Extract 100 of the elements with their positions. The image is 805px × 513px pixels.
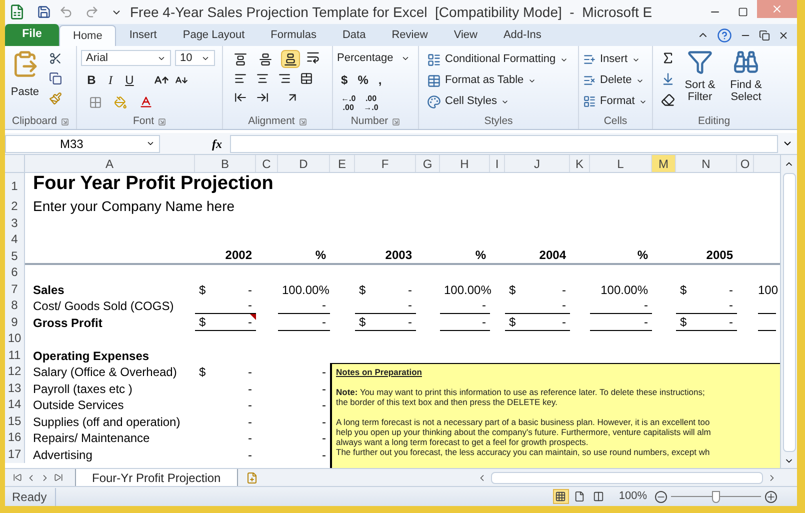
number-format-button[interactable]: $ bbox=[341, 71, 348, 89]
close-icon[interactable] bbox=[778, 30, 789, 40]
row-header[interactable]: 7 bbox=[5, 281, 25, 298]
zoom-slider-thumb[interactable] bbox=[712, 490, 720, 502]
autosum-icon[interactable] bbox=[661, 51, 675, 65]
view-button[interactable] bbox=[552, 489, 569, 504]
paste-button[interactable]: Paste bbox=[9, 50, 41, 105]
row-header[interactable]: 6 bbox=[5, 264, 25, 281]
wrap-text-icon[interactable] bbox=[306, 50, 320, 64]
decimal-button[interactable]: ←.0 .00 bbox=[341, 94, 356, 112]
increase-indent-icon[interactable] bbox=[256, 91, 269, 104]
font-style-button[interactable]: U bbox=[123, 71, 136, 89]
font-name-field[interactable]: Arial bbox=[81, 50, 171, 66]
styles-command[interactable]: Format as Table bbox=[427, 70, 570, 91]
decimal-button[interactable]: .00 →.0 bbox=[364, 94, 378, 112]
row-header[interactable]: 1 bbox=[5, 173, 25, 195]
column-header[interactable]: E bbox=[330, 155, 355, 172]
insert-sheet-icon[interactable] bbox=[246, 472, 258, 484]
align-right-icon[interactable] bbox=[278, 72, 291, 85]
merge-cells-icon[interactable] bbox=[300, 72, 313, 85]
formula-input-field[interactable] bbox=[230, 134, 778, 152]
styles-command[interactable]: Cell Styles bbox=[427, 91, 570, 112]
file-tab[interactable]: File bbox=[5, 24, 59, 46]
ribbon-tab[interactable]: Home bbox=[59, 25, 116, 46]
column-header[interactable]: A bbox=[25, 155, 195, 172]
vertical-scrollbar[interactable] bbox=[780, 155, 797, 468]
redo-icon[interactable] bbox=[85, 5, 99, 19]
zoom-in-icon[interactable] bbox=[765, 490, 777, 502]
ribbon-tab[interactable]: Formulas bbox=[258, 25, 330, 46]
row-header[interactable]: 5 bbox=[5, 248, 25, 264]
column-header[interactable]: B bbox=[195, 155, 256, 172]
first-sheet-icon[interactable] bbox=[13, 473, 22, 482]
row-header[interactable]: 11 bbox=[5, 347, 25, 364]
app-icon[interactable] bbox=[9, 4, 25, 20]
ribbon-tab[interactable]: View bbox=[440, 25, 490, 46]
zoom-slider-track[interactable] bbox=[671, 490, 761, 504]
editing-command[interactable]: Find & Select bbox=[725, 49, 767, 107]
column-header[interactable]: N bbox=[676, 155, 737, 172]
row-header[interactable]: 14 bbox=[5, 396, 25, 413]
cells-command[interactable]: Format bbox=[583, 91, 648, 112]
cells-command[interactable]: Insert bbox=[583, 49, 648, 70]
row-header[interactable]: 15 bbox=[5, 413, 25, 430]
last-sheet-icon[interactable] bbox=[54, 473, 63, 482]
copy-icon[interactable] bbox=[49, 72, 62, 85]
borders-icon[interactable] bbox=[89, 96, 102, 108]
number-format-button[interactable]: , bbox=[378, 71, 382, 89]
row-header[interactable]: 9 bbox=[5, 314, 25, 330]
align-left-icon[interactable] bbox=[234, 72, 247, 85]
font-color-icon[interactable] bbox=[139, 95, 153, 109]
row-header[interactable]: 12 bbox=[5, 364, 25, 380]
dialog-launcher-icon[interactable] bbox=[60, 118, 69, 126]
column-header[interactable]: I bbox=[490, 155, 505, 172]
row-header[interactable]: 10 bbox=[5, 330, 25, 347]
row-header[interactable]: 13 bbox=[5, 380, 25, 396]
dialog-launcher-icon[interactable] bbox=[158, 118, 166, 126]
vertical-align-button[interactable] bbox=[281, 50, 300, 68]
row-header[interactable]: 8 bbox=[5, 298, 25, 314]
column-header[interactable]: K bbox=[570, 155, 590, 172]
row-header[interactable]: 3 bbox=[5, 215, 25, 232]
format-painter-icon[interactable] bbox=[49, 92, 62, 105]
dialog-launcher-icon[interactable] bbox=[298, 118, 307, 126]
save-icon[interactable] bbox=[37, 5, 51, 19]
fill-color-icon[interactable] bbox=[114, 96, 127, 108]
styles-command[interactable]: Conditional Formatting bbox=[427, 49, 570, 70]
column-header[interactable]: F bbox=[355, 155, 416, 172]
dialog-launcher-icon[interactable] bbox=[392, 118, 400, 126]
align-center-icon[interactable] bbox=[256, 72, 269, 85]
ribbon-tab[interactable]: Page Layout bbox=[170, 25, 258, 46]
orientation-icon[interactable] bbox=[286, 91, 299, 104]
editing-command[interactable]: Sort & Filter bbox=[679, 49, 721, 107]
undo-icon[interactable] bbox=[59, 5, 73, 19]
zoom-level[interactable]: 100% bbox=[618, 488, 647, 505]
ribbon-tab[interactable]: Insert bbox=[116, 25, 170, 46]
insert-function-button[interactable]: fx bbox=[212, 134, 222, 152]
column-header[interactable]: J bbox=[505, 155, 570, 172]
row-header[interactable]: 2 bbox=[5, 195, 25, 215]
number-format-button[interactable]: % bbox=[358, 71, 368, 89]
column-header[interactable]: O bbox=[737, 155, 754, 172]
zoom-out-icon[interactable] bbox=[655, 490, 667, 502]
column-header[interactable]: M bbox=[652, 155, 676, 172]
column-header[interactable]: C bbox=[256, 155, 278, 172]
font-style-button[interactable]: I bbox=[104, 71, 117, 89]
number-format-field[interactable]: Percentage bbox=[337, 50, 414, 66]
ribbon-tab[interactable]: Add-Ins bbox=[490, 25, 554, 46]
restore-icon[interactable] bbox=[759, 30, 770, 40]
name-box[interactable]: M33 bbox=[5, 134, 160, 152]
row-header[interactable]: 4 bbox=[5, 232, 25, 248]
row-header[interactable]: 17 bbox=[5, 446, 25, 462]
help-icon[interactable] bbox=[717, 28, 732, 42]
notes-text-box[interactable] bbox=[330, 363, 780, 468]
ribbon-tab[interactable]: Data bbox=[329, 25, 379, 46]
cells-command[interactable]: Delete bbox=[583, 70, 648, 91]
cut-icon[interactable] bbox=[49, 52, 62, 65]
eraser-icon[interactable] bbox=[661, 93, 675, 107]
row-header[interactable]: 16 bbox=[5, 430, 25, 446]
column-header[interactable]: H bbox=[440, 155, 490, 172]
column-header[interactable]: D bbox=[278, 155, 330, 172]
column-header[interactable]: G bbox=[416, 155, 440, 172]
font-size-field[interactable]: 10 bbox=[175, 50, 215, 66]
font-style-button[interactable]: B bbox=[85, 71, 98, 89]
